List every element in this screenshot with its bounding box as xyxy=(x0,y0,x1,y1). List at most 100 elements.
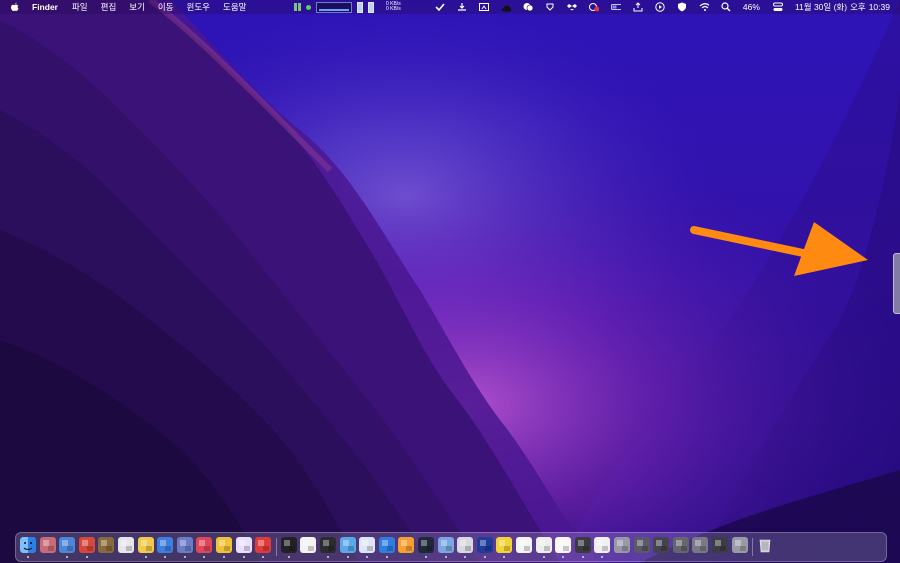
dock-app-11[interactable] xyxy=(216,537,232,553)
wifi-icon[interactable] xyxy=(699,2,709,12)
clock[interactable]: 11월 30일 (화) 오후 10:39 xyxy=(795,1,890,13)
memory-bars-icon xyxy=(293,3,301,11)
checkmark-icon[interactable] xyxy=(435,2,445,12)
shield-icon[interactable] xyxy=(677,2,687,12)
dock-app-17[interactable] xyxy=(339,537,356,553)
dock-app-32[interactable] xyxy=(633,537,650,553)
app-icon xyxy=(614,537,630,553)
cpu-bar-icon xyxy=(356,1,363,13)
dock-app-22[interactable] xyxy=(437,537,454,553)
wechat-icon[interactable] xyxy=(523,2,533,12)
dock-trash[interactable] xyxy=(757,537,773,553)
dock-running-indicator xyxy=(242,556,245,558)
control-center-icon[interactable] xyxy=(772,2,783,12)
dock-app-16[interactable] xyxy=(320,537,336,553)
dock-app-13[interactable] xyxy=(255,537,272,553)
dock-running-indicator xyxy=(262,556,265,558)
apple-icon[interactable] xyxy=(10,1,22,13)
dock-app-12[interactable] xyxy=(235,537,252,553)
dock-app-20[interactable] xyxy=(398,537,415,553)
dock-running-indicator xyxy=(203,556,206,558)
dock-app-33[interactable] xyxy=(653,537,670,553)
app-icon xyxy=(712,537,728,553)
dock-app-21[interactable] xyxy=(418,537,434,553)
app-icon xyxy=(78,537,95,553)
app-icon xyxy=(437,537,454,553)
dock-app-7[interactable] xyxy=(137,537,154,553)
dock-app-15[interactable] xyxy=(300,537,317,553)
dock-running-indicator xyxy=(385,556,388,558)
dock-running-indicator xyxy=(223,556,225,558)
clock-ampm: 오후 xyxy=(850,2,866,12)
app-icon xyxy=(633,537,650,553)
battery-percent[interactable]: 46% xyxy=(743,2,760,12)
side-panel-handle[interactable] xyxy=(893,253,900,314)
dock-app-34[interactable] xyxy=(672,537,689,553)
dock-app-37[interactable] xyxy=(731,537,748,553)
dock-app-6[interactable] xyxy=(118,537,134,553)
dock-running-indicator xyxy=(327,556,329,558)
menu-edit[interactable]: 편집 xyxy=(101,1,117,13)
dock-running-indicator xyxy=(346,556,349,558)
dock-app-10[interactable] xyxy=(196,537,213,553)
recording-icon[interactable] xyxy=(588,2,599,12)
dock-running-indicator xyxy=(27,556,29,558)
app-icon xyxy=(359,537,376,553)
app-icon xyxy=(98,537,115,553)
clock-date: 11월 30일 (화) xyxy=(794,2,848,12)
search-icon[interactable] xyxy=(721,2,731,12)
status-dot-icon xyxy=(305,4,311,10)
menu-go[interactable]: 이동 xyxy=(158,1,174,13)
dock xyxy=(15,532,887,562)
dock-app-14[interactable] xyxy=(280,537,297,553)
screen-share-icon[interactable] xyxy=(478,2,489,12)
dock-app-36[interactable] xyxy=(712,537,728,553)
dock-app-30[interactable] xyxy=(594,537,611,553)
menu-file[interactable]: 파일 xyxy=(72,1,88,13)
dock-app-29[interactable] xyxy=(574,537,591,553)
dock-running-indicator xyxy=(287,556,290,558)
menu-help[interactable]: 도움말 xyxy=(223,1,246,13)
dock-app-finder[interactable] xyxy=(20,537,36,553)
bowler-hat-icon[interactable] xyxy=(500,2,511,12)
dock-app-9[interactable] xyxy=(176,537,193,553)
app-icon xyxy=(137,537,154,553)
app-icon xyxy=(496,537,513,553)
app-icon xyxy=(476,537,493,553)
dock-app-23[interactable] xyxy=(457,537,474,553)
play-icon[interactable] xyxy=(655,2,665,12)
app-icon xyxy=(672,537,689,553)
dock-app-25[interactable] xyxy=(496,537,513,553)
dock-app-5[interactable] xyxy=(98,537,115,553)
dock-app-8[interactable] xyxy=(157,537,174,553)
trash-icon xyxy=(757,537,773,553)
app-icon xyxy=(535,537,552,553)
dock-app-27[interactable] xyxy=(535,537,552,553)
dock-app-24[interactable] xyxy=(476,537,493,553)
dock-running-indicator xyxy=(483,556,486,558)
dock-app-3[interactable] xyxy=(59,537,76,553)
network-stats: 0 KB/s 0 KB/s xyxy=(379,2,401,12)
dock-app-31[interactable] xyxy=(614,537,630,553)
dock-app-4[interactable] xyxy=(78,537,95,553)
pin-icon[interactable] xyxy=(545,2,555,12)
app-icon xyxy=(418,537,434,553)
toggle-icon[interactable] xyxy=(610,2,621,12)
dock-app-19[interactable] xyxy=(378,537,395,553)
app-icon xyxy=(574,537,591,553)
upload-tray-icon[interactable] xyxy=(633,2,643,12)
menu-finder[interactable]: Finder xyxy=(32,2,58,12)
app-icon xyxy=(235,537,252,553)
download-icon[interactable] xyxy=(457,2,467,12)
dropbox-icon[interactable] xyxy=(566,2,577,12)
menu-window[interactable]: 윈도우 xyxy=(187,1,210,13)
dock-app-26[interactable] xyxy=(516,537,532,553)
app-icon xyxy=(216,537,232,553)
dock-app-28[interactable] xyxy=(555,537,572,553)
dock-app-18[interactable] xyxy=(359,537,376,553)
menu-view[interactable]: 보기 xyxy=(129,1,145,13)
app-icon xyxy=(176,537,193,553)
system-monitor[interactable]: 0 KB/s 0 KB/s xyxy=(293,0,401,14)
dock-app-2[interactable] xyxy=(39,537,56,553)
dock-app-35[interactable] xyxy=(692,537,709,553)
